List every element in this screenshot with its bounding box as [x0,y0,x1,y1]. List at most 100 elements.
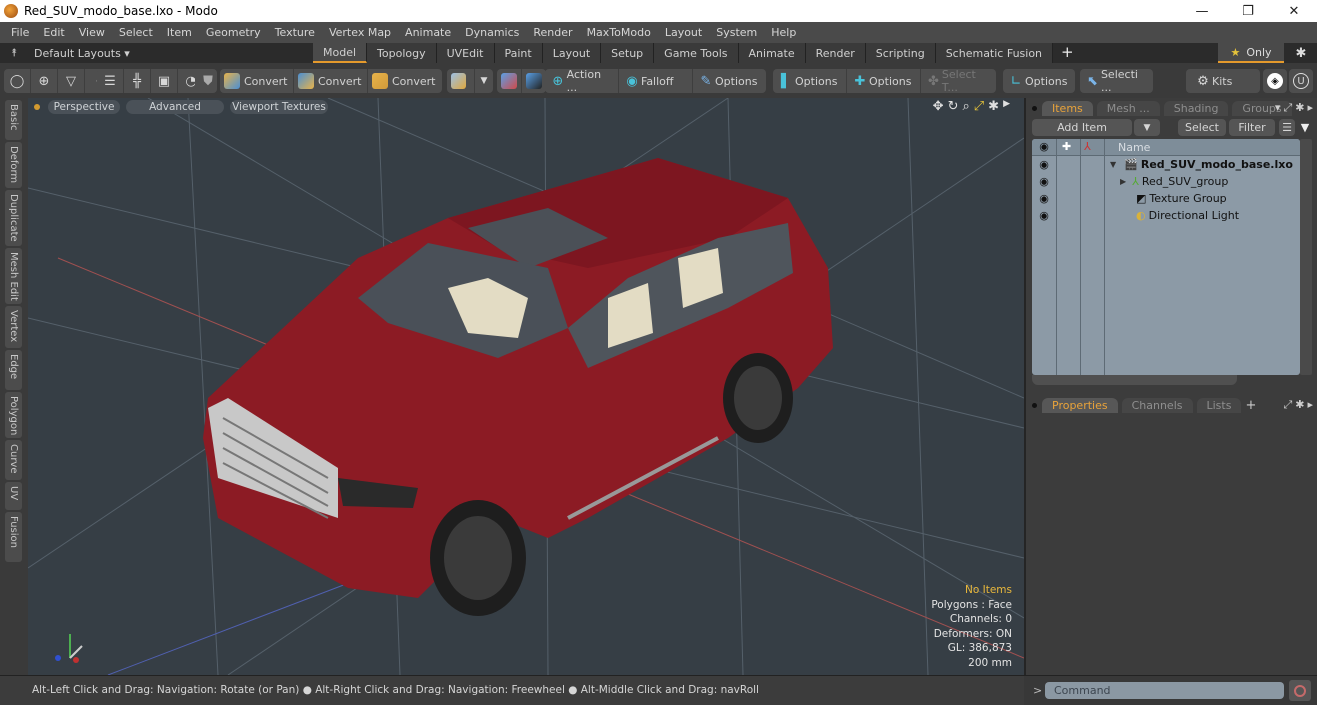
item-list-horizontal-scrollbar[interactable] [1032,375,1237,385]
collapse-triangle-icon[interactable]: ▶ [1120,177,1126,186]
tab-model[interactable]: Model [313,43,368,63]
menu-edit[interactable]: Edit [36,26,71,39]
menu-item[interactable]: Item [160,26,199,39]
add-item-dropdown[interactable]: ▼ [1134,119,1160,136]
tab-paint[interactable]: Paint [494,43,543,63]
pivot-button[interactable]: ▣ [151,69,178,93]
sidebar-tab-deform[interactable]: Deform [5,142,22,188]
tab-channels[interactable]: Channels [1121,397,1193,413]
vertices-mode-button[interactable]: ◯ [4,69,31,93]
menu-animate[interactable]: Animate [398,26,458,39]
panel-dropdown-icon[interactable]: ▾ [1275,101,1281,115]
eye-icon[interactable]: ◉ [1036,192,1052,205]
snap-button[interactable] [447,69,475,93]
tab-properties[interactable]: Properties [1042,397,1118,413]
tab-scripting[interactable]: Scripting [865,43,936,63]
shading-button[interactable]: Advanced [126,100,224,114]
edges-mode-button[interactable]: ⊕ [31,69,58,93]
shield-button[interactable]: ⛊ [195,69,221,93]
menu-layout[interactable]: Layout [658,26,709,39]
add-panel-tab-button[interactable]: + [1245,398,1256,413]
tab-lists[interactable]: Lists [1196,397,1242,413]
tab-setup[interactable]: Setup [601,43,655,63]
item-row-light[interactable]: ◉ ◐ Directional Light [1032,208,1300,225]
options-button-3[interactable]: ✚ Options [847,69,921,93]
command-input[interactable]: Command [1045,682,1284,699]
add-item-button[interactable]: Add Item [1032,119,1132,136]
viewport-textures-button[interactable]: Viewport Textures [230,100,328,114]
action-center-button[interactable]: ⊕ Action ... [545,68,619,94]
maximize-icon[interactable]: ⤢ [974,99,984,114]
close-button[interactable]: ✕ [1271,0,1317,22]
record-macro-button[interactable] [1289,680,1311,701]
uv-button[interactable]: ╬ [124,69,151,93]
sidebar-tab-duplicate[interactable]: Duplicate [5,190,22,246]
sidebar-tab-basic[interactable]: Basic [5,100,22,140]
tab-shading[interactable]: Shading [1163,100,1229,116]
falloff-button[interactable]: ◉ Falloff [619,69,693,93]
panel-arrow-icon[interactable]: ▸ [1307,101,1313,115]
select-t-button[interactable]: ✤ Select T... [921,68,996,94]
select-button[interactable]: Select [1178,119,1226,136]
menu-file[interactable]: File [4,26,36,39]
eye-icon[interactable]: ◉ [1036,158,1052,171]
zoom-icon[interactable]: ⌕ [962,99,969,114]
tab-layout[interactable]: Layout [542,43,602,63]
tab-render[interactable]: Render [805,43,866,63]
menu-vertex-map[interactable]: Vertex Map [322,26,398,39]
menu-view[interactable]: View [72,26,112,39]
panel-expand-icon[interactable]: ⤢ [1283,398,1292,412]
panel-menu-dot[interactable] [1032,402,1037,408]
menu-maxtomodo[interactable]: MaxToModo [580,26,658,39]
locator-column-icon[interactable]: ⅄ [1084,140,1091,153]
list-options-button[interactable]: ☰ [1279,119,1295,136]
options-button-4[interactable]: ∟ Options [1003,69,1075,93]
tab-uvedit[interactable]: UVEdit [436,43,495,63]
sidebar-tab-uv[interactable]: UV [5,482,22,510]
sidebar-tab-curve[interactable]: Curve [5,440,22,480]
sidebar-tab-fusion[interactable]: Fusion [5,512,22,562]
viewport-menu-dot[interactable] [34,104,40,110]
item-row-scene[interactable]: ◉ ▼ 🎬 Red_SUV_modo_base.lxo [1032,157,1300,174]
sidebar-tab-edge[interactable]: Edge [5,350,22,390]
rotate-icon[interactable]: ↻ [948,99,959,114]
menu-help[interactable]: Help [764,26,803,39]
pan-icon[interactable]: ✥ [933,99,944,114]
tab-topology[interactable]: Topology [367,43,437,63]
convert-button-2[interactable]: Convert [294,69,368,93]
sidebar-tab-mesh-edit[interactable]: Mesh Edit [5,248,22,304]
convert-button-3[interactable]: Convert [368,69,442,93]
symmetry-button[interactable] [497,69,522,93]
tab-schematic-fusion[interactable]: Schematic Fusion [935,43,1054,63]
tab-animate[interactable]: Animate [738,43,806,63]
layout-up-icon[interactable]: ⯭ [4,46,24,60]
menu-select[interactable]: Select [112,26,160,39]
unity-button[interactable]: ◈ [1263,69,1287,93]
filter-funnel-button[interactable]: ▼ [1297,119,1313,136]
arrow-right-icon[interactable]: ▶ [1003,99,1010,114]
eye-icon[interactable]: ◉ [1036,175,1052,188]
tab-mesh[interactable]: Mesh ... [1096,100,1160,116]
menu-render[interactable]: Render [526,26,579,39]
kits-button[interactable]: ⚙ Kits [1186,69,1260,93]
panel-gear-icon[interactable]: ✱ [1295,398,1304,412]
polygons-mode-button[interactable]: ▽ [58,69,85,93]
menu-texture[interactable]: Texture [268,26,322,39]
item-row-group[interactable]: ◉ ▶ ⅄ Red_SUV_group [1032,174,1300,191]
visibility-column-eye-icon[interactable]: ◉ [1036,140,1052,153]
panel-expand-icon[interactable]: ⤢ [1283,101,1292,115]
add-layout-tab-button[interactable]: + [1053,43,1082,63]
name-column-header[interactable]: Name [1118,141,1150,154]
perspective-button[interactable]: Perspective [48,100,120,114]
materials-button[interactable]: ☰ [97,69,124,93]
menu-geometry[interactable]: Geometry [199,26,268,39]
sidebar-tab-vertex[interactable]: Vertex [5,306,22,348]
expand-triangle-icon[interactable]: ▼ [1110,160,1116,169]
brush-options-button[interactable]: ✎ Options [693,69,766,93]
viewport-gear-icon[interactable]: ✱ [988,99,999,114]
tab-game-tools[interactable]: Game Tools [654,43,739,63]
unreal-button[interactable]: U [1289,69,1313,93]
tab-items[interactable]: Items [1042,100,1093,116]
3d-viewport[interactable]: Perspective Advanced Viewport Textures ✥… [28,98,1024,675]
sidebar-tab-polygon[interactable]: Polygon [5,392,22,438]
